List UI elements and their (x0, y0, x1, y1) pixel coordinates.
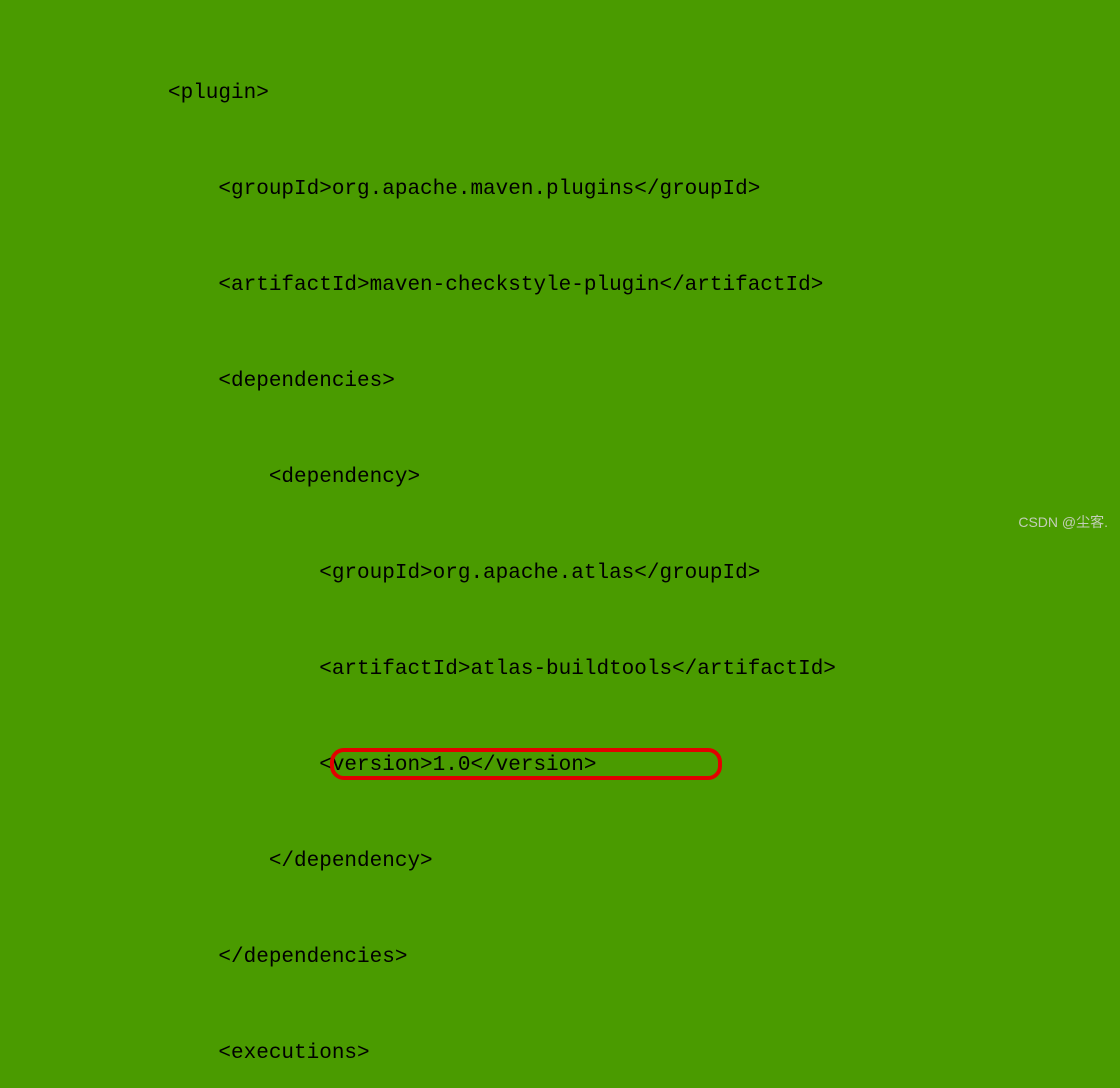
code-line: <dependency> (168, 462, 1120, 494)
code-line: <groupId>org.apache.maven.plugins</group… (168, 174, 1120, 206)
watermark-text: CSDN @尘客. (1018, 506, 1108, 538)
code-line: <plugin> (168, 78, 1120, 110)
code-line: </dependencies> (168, 942, 1120, 974)
code-line: <artifactId>maven-checkstyle-plugin</art… (168, 270, 1120, 302)
code-line: </dependency> (168, 846, 1120, 878)
code-block: <plugin> <groupId>org.apache.maven.plugi… (0, 0, 1120, 1088)
code-text: <version>1.0</version> (168, 754, 596, 777)
code-line: <dependencies> (168, 366, 1120, 398)
code-line: <executions> (168, 1038, 1120, 1070)
code-line: <artifactId>atlas-buildtools</artifactId… (168, 654, 1120, 686)
code-line: <groupId>org.apache.atlas</groupId> (168, 558, 1120, 590)
code-line-highlighted: <version>1.0</version> (168, 750, 1120, 782)
